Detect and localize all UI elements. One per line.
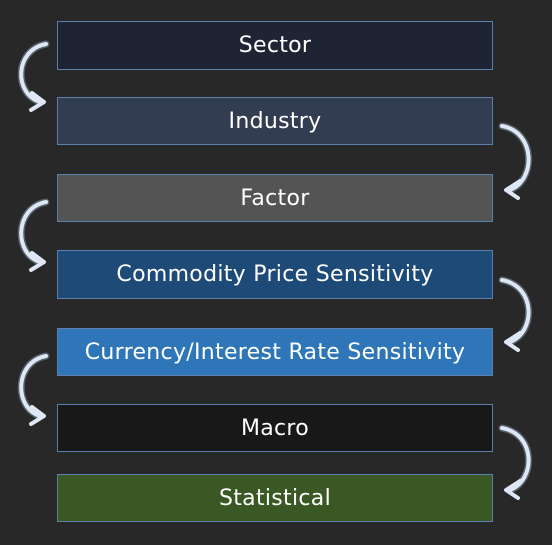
hierarchy-diagram: Sector Industry Factor Commodity Price S…	[0, 0, 552, 545]
curved-arrow-icon	[17, 40, 50, 112]
curved-arrow-icon	[498, 122, 533, 200]
connector-arrows	[17, 40, 533, 500]
curved-arrow-icon	[498, 276, 533, 352]
curved-arrow-icon	[17, 198, 50, 272]
curved-arrow-icon	[17, 352, 50, 426]
curved-arrow-icon	[498, 424, 533, 500]
